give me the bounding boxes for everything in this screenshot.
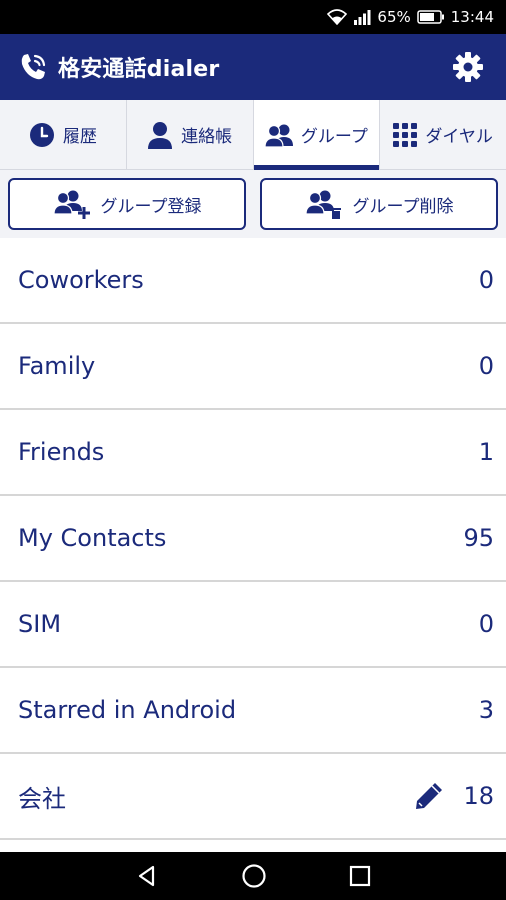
group-list: Coworkers 0 Family 0 Friends 1 My Contac…: [0, 238, 506, 840]
group-name: 会社: [18, 784, 66, 813]
tab-history-label: 履歴: [62, 127, 97, 147]
tab-history[interactable]: 履歴: [0, 100, 127, 169]
tab-dial[interactable]: ダイヤル: [380, 100, 506, 169]
phone-icon: [21, 54, 46, 80]
group-name: Starred in Android: [18, 696, 237, 724]
pencil-icon[interactable]: [413, 780, 445, 812]
navigation-bar: [0, 852, 506, 900]
group-count: 18: [463, 782, 494, 810]
gear-icon[interactable]: [452, 51, 484, 83]
status-bar: 65% 13:44: [0, 0, 506, 34]
app-title: 格安通話dialer: [58, 57, 220, 82]
add-group-icon: [52, 190, 90, 219]
delete-group-label: グループ削除: [352, 196, 454, 217]
group-name: My Contacts: [18, 524, 167, 552]
group-count: 95: [463, 524, 494, 552]
battery-icon: [417, 10, 444, 24]
home-icon[interactable]: [241, 863, 267, 889]
list-item[interactable]: SIM 0: [0, 582, 506, 668]
list-item[interactable]: My Contacts 95: [0, 496, 506, 582]
group-count: 0: [478, 610, 494, 638]
list-item[interactable]: 会社 18: [0, 754, 506, 840]
tab-dial-label: ダイヤル: [425, 127, 493, 147]
tab-bar: 履歴 連絡帳 グループ ダイヤル: [0, 100, 506, 170]
recents-icon[interactable]: [349, 865, 371, 887]
group-name: Family: [18, 352, 96, 380]
group-count: 1: [478, 438, 494, 466]
dialpad-icon: [393, 122, 418, 147]
delete-group-icon: [304, 190, 341, 219]
list-item[interactable]: Starred in Android 3: [0, 668, 506, 754]
list-item[interactable]: Coworkers 0: [0, 238, 506, 324]
add-group-button[interactable]: グループ登録: [8, 178, 246, 230]
clock-time: 13:44: [450, 8, 494, 26]
group-icon: [264, 124, 293, 147]
group-name: Friends: [18, 438, 105, 466]
tab-groups-label: グループ: [300, 127, 368, 147]
add-group-label: グループ登録: [100, 196, 202, 217]
group-name: SIM: [18, 610, 62, 638]
tab-groups[interactable]: グループ: [253, 100, 381, 170]
signal-icon: [354, 10, 371, 25]
battery-percent: 65%: [377, 8, 411, 26]
group-actions: グループ登録 グループ削除: [0, 170, 506, 238]
group-count: 0: [478, 266, 494, 294]
group-name: Coworkers: [18, 266, 144, 294]
wifi-icon: [327, 9, 348, 25]
group-count: 3: [478, 696, 494, 724]
person-icon: [148, 121, 173, 149]
list-item[interactable]: Friends 1: [0, 410, 506, 496]
back-icon[interactable]: [135, 864, 159, 888]
app-bar: 格安通話dialer: [0, 34, 506, 100]
tab-contacts[interactable]: 連絡帳: [127, 100, 254, 169]
clock-icon: [29, 122, 54, 147]
delete-group-button[interactable]: グループ削除: [260, 178, 498, 230]
list-item[interactable]: Family 0: [0, 324, 506, 410]
tab-contacts-label: 連絡帳: [181, 127, 233, 147]
group-count: 0: [478, 352, 494, 380]
